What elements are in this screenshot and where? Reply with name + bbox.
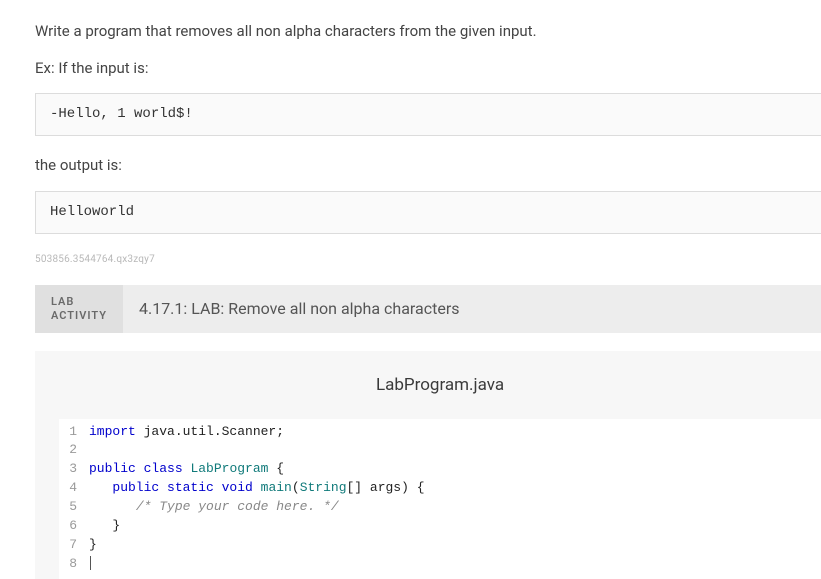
filename-label: LabProgram.java bbox=[59, 367, 821, 419]
text-cursor bbox=[90, 556, 91, 570]
sample-output-box: Helloworld bbox=[35, 191, 821, 234]
line-number: 1 bbox=[59, 423, 85, 442]
line-number: 3 bbox=[59, 460, 85, 479]
code-content[interactable]: import java.util.Scanner; bbox=[85, 423, 284, 442]
code-content[interactable]: } bbox=[85, 536, 97, 555]
code-content[interactable]: /* Type your code here. */ bbox=[85, 498, 339, 517]
code-line[interactable]: 3public class LabProgram { bbox=[59, 460, 821, 479]
editor-panel: LabProgram.java 1import java.util.Scanne… bbox=[35, 351, 821, 579]
line-number: 6 bbox=[59, 517, 85, 536]
prompt-line-1: Write a program that removes all non alp… bbox=[35, 20, 821, 43]
lab-badge-line2: ACTIVITY bbox=[51, 309, 107, 323]
code-content[interactable] bbox=[85, 441, 89, 460]
line-number: 2 bbox=[59, 441, 85, 460]
code-line[interactable]: 8 bbox=[59, 555, 821, 574]
sample-input-box: -Hello, 1 world$! bbox=[35, 93, 821, 136]
code-content[interactable]: public static void main(String[] args) { bbox=[85, 479, 425, 498]
code-content[interactable]: } bbox=[85, 517, 120, 536]
line-number: 5 bbox=[59, 498, 85, 517]
lab-activity-badge: LAB ACTIVITY bbox=[35, 285, 123, 334]
line-number: 4 bbox=[59, 479, 85, 498]
code-line[interactable]: 7} bbox=[59, 536, 821, 555]
prompt-line-2: Ex: If the input is: bbox=[35, 57, 821, 80]
code-line[interactable]: 5 /* Type your code here. */ bbox=[59, 498, 821, 517]
line-number: 8 bbox=[59, 555, 85, 574]
code-line[interactable]: 6 } bbox=[59, 517, 821, 536]
id-string: 503856.3544764.qx3zqy7 bbox=[35, 252, 821, 267]
lab-banner: LAB ACTIVITY 4.17.1: LAB: Remove all non… bbox=[35, 285, 821, 334]
code-line[interactable]: 1import java.util.Scanner; bbox=[59, 423, 821, 442]
code-line[interactable]: 2 bbox=[59, 441, 821, 460]
lab-badge-line1: LAB bbox=[51, 295, 107, 309]
prompt-line-3: the output is: bbox=[35, 154, 821, 177]
code-content[interactable] bbox=[85, 555, 91, 574]
code-content[interactable]: public class LabProgram { bbox=[85, 460, 284, 479]
line-number: 7 bbox=[59, 536, 85, 555]
lab-title: 4.17.1: LAB: Remove all non alpha charac… bbox=[123, 285, 476, 334]
code-line[interactable]: 4 public static void main(String[] args)… bbox=[59, 479, 821, 498]
code-editor[interactable]: 1import java.util.Scanner;23public class… bbox=[59, 419, 821, 579]
